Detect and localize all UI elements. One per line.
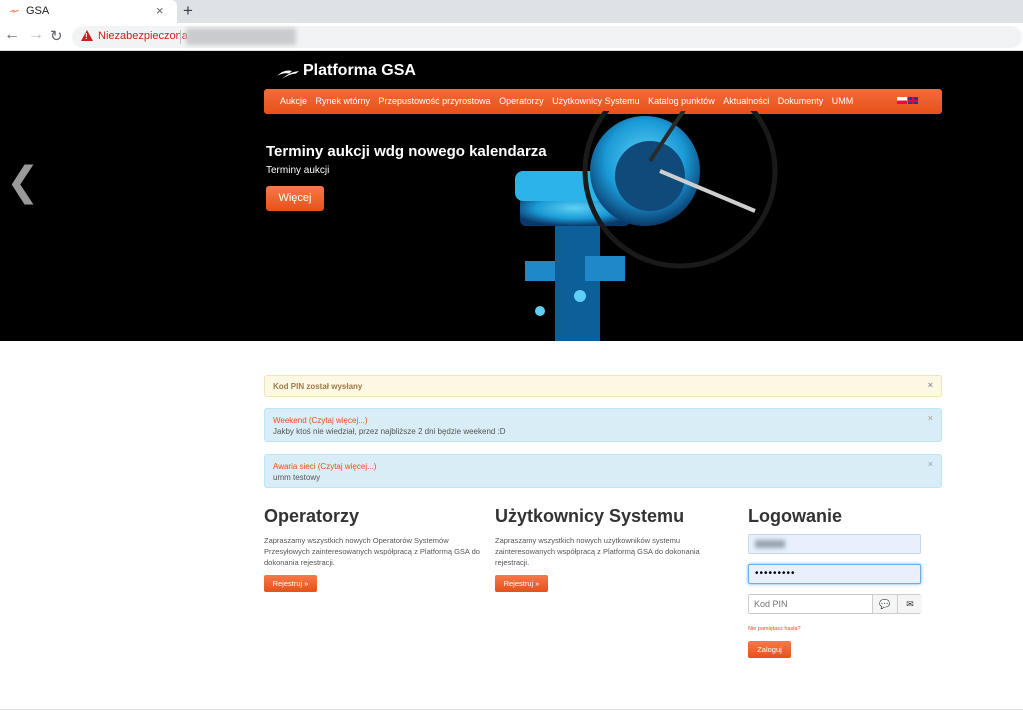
nav-item-rynek-wtorny[interactable]: Rynek wtórny — [316, 96, 371, 106]
nav-item-operatorzy[interactable]: Operatorzy — [499, 96, 544, 106]
alert-read-more-link[interactable]: Awaria sieci (Czytaj więcej...) — [273, 462, 376, 471]
pin-input-group: 💬 ✉ — [748, 594, 922, 614]
users-heading: Użytkownicy Systemu — [495, 506, 685, 526]
polish-flag-icon[interactable] — [897, 97, 907, 104]
back-arrow-icon[interactable]: ← — [4, 26, 20, 44]
close-icon[interactable]: × — [928, 413, 933, 423]
pin-sent-alert: Kod PIN został wysłany × — [264, 375, 942, 397]
info-alert-network: Awaria sieci (Czytaj więcej...) umm test… — [264, 454, 942, 488]
close-icon[interactable]: × — [928, 459, 933, 469]
address-separator — [180, 30, 181, 44]
address-bar[interactable]: ! Niezabezpieczona — [72, 26, 1022, 48]
operators-text: Zapraszamy wszystkich nowych Operatorów … — [264, 536, 480, 567]
browser-tab[interactable]: GSA × — [0, 0, 177, 23]
password-field[interactable]: ••••••••• — [748, 564, 921, 584]
nav-item-aktualnosci[interactable]: Aktualności — [723, 96, 769, 106]
nav-item-dokumenty[interactable]: Dokumenty — [778, 96, 824, 106]
browser-toolbar: ← → ↻ ! Niezabezpieczona — [0, 23, 1023, 51]
nav-item-przepustowosc[interactable]: Przepustowość przyrostowa — [379, 96, 491, 106]
login-heading: Logowanie — [748, 506, 842, 526]
carousel-prev-icon[interactable]: ❮ — [6, 159, 40, 205]
forward-arrow-icon[interactable]: → — [28, 26, 44, 44]
carousel-more-button[interactable]: Więcej — [266, 186, 324, 211]
info-alert-weekend: Weekend (Czytaj więcej...) Jakby ktoś ni… — [264, 408, 942, 442]
page-divider — [0, 709, 1023, 710]
nav-item-umm[interactable]: UMM — [832, 96, 854, 106]
nav-item-aukcje[interactable]: Aukcje — [280, 96, 307, 106]
security-warning-label[interactable]: Niezabezpieczona — [98, 30, 188, 42]
language-switcher — [897, 97, 918, 104]
carousel-subtitle: Terminy aukcji — [266, 165, 330, 176]
gsa-favicon-icon — [9, 10, 19, 14]
nav-item-uzytkownicy[interactable]: Użytkownicy Systemu — [552, 96, 640, 106]
reload-icon[interactable]: ↻ — [50, 27, 63, 45]
close-icon[interactable]: × — [928, 380, 933, 390]
gsa-logo-icon — [277, 70, 299, 79]
sms-icon[interactable]: 💬 — [872, 595, 897, 613]
tab-title: GSA — [26, 5, 50, 17]
operators-register-button[interactable]: Rejestruj » — [264, 575, 317, 592]
operators-heading: Operatorzy — [264, 506, 360, 526]
nav-item-katalog[interactable]: Katalog punktów — [648, 96, 715, 106]
users-register-button[interactable]: Rejestruj » — [495, 575, 548, 592]
mail-icon[interactable]: ✉ — [897, 595, 922, 613]
browser-tabstrip: GSA × + — [0, 0, 1023, 23]
pin-input[interactable] — [749, 595, 872, 613]
pin-sent-text: Kod PIN został wysłany — [273, 382, 363, 391]
new-tab-button[interactable]: + — [183, 1, 193, 21]
warning-triangle-icon[interactable]: ! — [81, 30, 93, 41]
carousel-title: Terminy aukcji wdg nowego kalendarza — [266, 143, 547, 160]
address-url-redacted[interactable] — [186, 28, 296, 45]
username-field[interactable] — [748, 534, 921, 554]
alert-body-text: umm testowy — [273, 473, 321, 482]
login-button[interactable]: Zaloguj — [748, 641, 791, 658]
users-text: Zapraszamy wszystkich nowych użytkownikó… — [495, 536, 700, 567]
logo-text: Platforma GSA — [303, 62, 416, 79]
alert-read-more-link[interactable]: Weekend (Czytaj więcej...) — [273, 416, 368, 425]
hero-banner: Platforma GSA Aukcje Rynek wtórny Przepu… — [0, 51, 1023, 341]
username-redacted — [755, 540, 785, 548]
forgot-password-link[interactable]: Nie pamiętasz hasła? — [748, 626, 801, 632]
alert-body-text: Jakby ktoś nie wiedział, przez najbliższ… — [273, 427, 506, 436]
english-flag-icon[interactable] — [908, 97, 918, 104]
tab-close-icon[interactable]: × — [156, 3, 164, 18]
